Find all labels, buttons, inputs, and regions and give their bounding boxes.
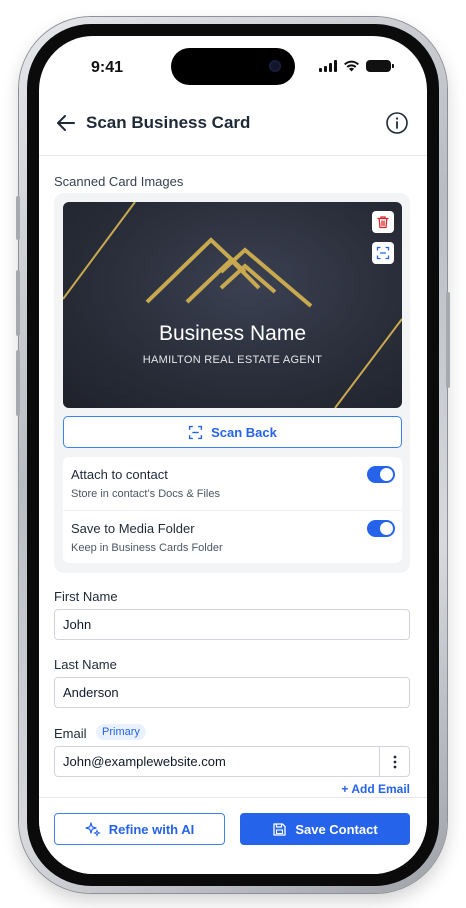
last-name-label: Last Name: [54, 657, 117, 672]
save-to-media-folder-toggle[interactable]: [367, 520, 395, 537]
volume-down-button: [16, 350, 20, 416]
form-content[interactable]: Scanned Card Images Business Name HAMILT…: [39, 157, 427, 797]
email-field[interactable]: [54, 746, 410, 777]
refine-label: Refine with AI: [108, 821, 195, 837]
scanned-images-label: Scanned Card Images: [54, 174, 184, 189]
camera-icon: [269, 60, 281, 72]
last-name-field[interactable]: [54, 677, 410, 708]
save-disk-icon: [273, 822, 286, 836]
phone-screen: 9:41 Scan Business Card Scanned Card Ima…: [39, 36, 427, 874]
business-subtitle-text: HAMILTON REAL ESTATE AGENT: [142, 354, 323, 366]
business-card-image: Business Name HAMILTON REAL ESTATE AGENT: [63, 202, 402, 408]
business-name-text: Business Name: [158, 322, 307, 345]
status-time: 9:41: [91, 59, 124, 76]
page-title: Scan Business Card: [86, 113, 251, 132]
bottom-action-bar: Refine with AI Save Contact: [39, 797, 427, 874]
save-options-list: Attach to contact Store in contact’s Doc…: [63, 457, 402, 563]
email-more-button[interactable]: [379, 746, 410, 777]
info-icon[interactable]: [385, 111, 409, 135]
attach-to-contact-toggle[interactable]: [367, 466, 395, 483]
delete-image-button[interactable]: [372, 211, 394, 233]
status-icons: [319, 60, 394, 72]
scan-back-button[interactable]: Scan Back: [63, 416, 402, 448]
add-email-link[interactable]: + Add Email: [341, 782, 410, 796]
save-contact-button[interactable]: Save Contact: [240, 813, 410, 845]
option-description: Keep in Business Cards Folder: [71, 542, 223, 554]
back-arrow-icon[interactable]: [55, 112, 77, 134]
power-button: [446, 292, 450, 388]
save-label: Save Contact: [295, 821, 378, 837]
roof-logo: [145, 237, 313, 308]
trash-icon: [377, 216, 389, 229]
cellular-signal-icon: [319, 60, 337, 72]
battery-icon: [366, 60, 394, 72]
volume-up-button: [16, 270, 20, 336]
wifi-icon: [344, 60, 359, 72]
rescan-image-button[interactable]: [372, 242, 394, 264]
dynamic-island: [171, 48, 295, 85]
sparkles-icon: [85, 822, 101, 837]
option-description: Store in contact’s Docs & Files: [71, 488, 220, 500]
action-button: [16, 196, 20, 240]
option-title: Attach to contact: [71, 467, 168, 482]
scanned-card-panel: Business Name HAMILTON REAL ESTATE AGENT…: [54, 193, 410, 573]
first-name-field[interactable]: [54, 609, 410, 640]
primary-badge: Primary: [96, 724, 146, 740]
save-to-media-folder-row: Save to Media Folder Keep in Business Ca…: [63, 510, 402, 562]
scan-frame-icon: [376, 246, 390, 260]
refine-with-ai-button[interactable]: Refine with AI: [54, 813, 225, 845]
option-title: Save to Media Folder: [71, 521, 195, 536]
attach-to-contact-row: Attach to contact Store in contact’s Doc…: [63, 457, 402, 509]
scan-frame-icon: [189, 425, 203, 439]
top-app-bar: Scan Business Card: [39, 98, 427, 156]
email-label: Email: [54, 726, 87, 741]
first-name-label: First Name: [54, 589, 118, 604]
more-vertical-icon: [393, 755, 397, 768]
scan-back-label: Scan Back: [211, 424, 277, 440]
